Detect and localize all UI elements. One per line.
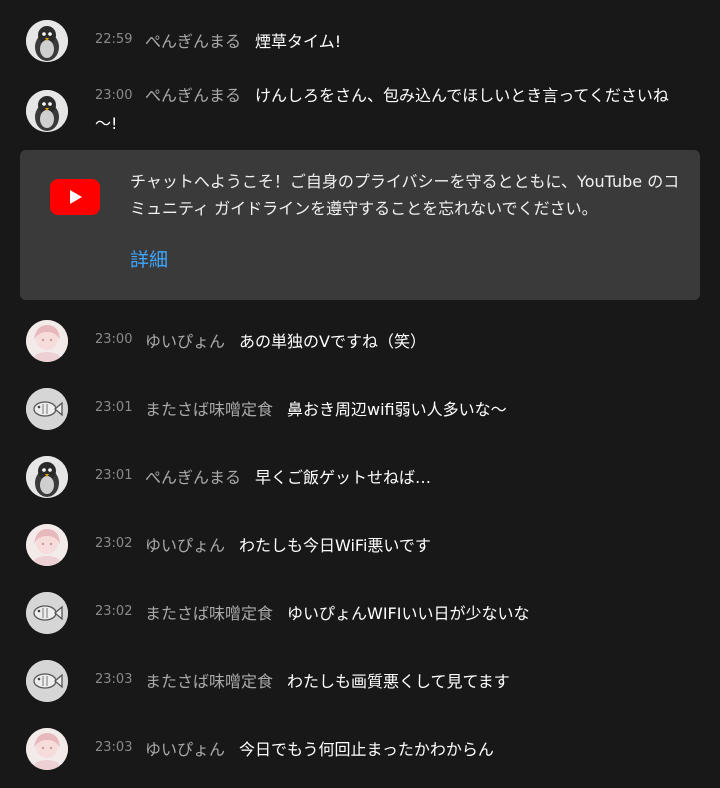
message-author[interactable]: またさば味噌定食 <box>145 400 273 419</box>
girl-avatar-icon[interactable] <box>26 728 68 770</box>
chat-message: 23:02 またさば味噌定食 ゆいぴょんWIFIいい日が少ないな <box>0 592 720 652</box>
message-author[interactable]: ゆいぴょん <box>145 740 225 759</box>
message-author[interactable]: またさば味噌定食 <box>145 604 273 623</box>
message-author[interactable]: ゆいぴょん <box>145 536 225 555</box>
message-timestamp: 23:00 <box>95 88 133 103</box>
chat-message: 23:02 ゆいぴょん わたしも今日WiFi悪いです <box>0 524 720 584</box>
message-text: 早くご飯ゲットせねば… <box>255 468 432 487</box>
message-author[interactable]: ぺんぎんまる <box>145 86 241 105</box>
message-author[interactable]: ぺんぎんまる <box>145 32 241 51</box>
message-timestamp: 23:00 <box>95 332 133 347</box>
message-text: わたしも今日WiFi悪いです <box>239 536 431 555</box>
message-timestamp: 23:02 <box>95 536 133 551</box>
message-text: けんしろをさん、包み込んでほしいとき言ってくださいね <box>255 86 669 105</box>
penguin-avatar-icon[interactable] <box>26 456 68 498</box>
fish-avatar-icon[interactable] <box>26 592 68 634</box>
chat-message: 23:00 ゆいぴょん あの単独のVですね（笑） <box>0 320 720 380</box>
penguin-avatar-icon[interactable] <box>26 20 68 62</box>
welcome-notice: チャットへようこそ！ご自身のプライバシーを守るとともに、YouTube のコミュ… <box>20 150 700 300</box>
message-author[interactable]: またさば味噌定食 <box>145 672 273 691</box>
notice-text: チャットへようこそ！ご自身のプライバシーを守るとともに、YouTube のコミュ… <box>130 172 680 218</box>
message-text: あの単独のVですね（笑） <box>239 332 426 351</box>
message-timestamp: 23:03 <box>95 672 133 687</box>
fish-avatar-icon[interactable] <box>26 388 68 430</box>
message-timestamp: 23:03 <box>95 740 133 755</box>
message-text: 鼻おき周辺wifi弱い人多いな〜 <box>287 400 507 419</box>
chat-message: 23:03 またさば味噌定食 わたしも画質悪くして見てます <box>0 660 720 720</box>
chat-message: 23:00 ぺんぎんまる けんしろをさん、包み込んでほしいとき言ってくださいね 〜… <box>0 86 720 148</box>
message-text-continuation: 〜! <box>95 114 118 133</box>
message-text: わたしも画質悪くして見てます <box>287 672 510 691</box>
penguin-avatar-icon[interactable] <box>26 90 68 132</box>
message-text: ゆいぴょんWIFIいい日が少ないな <box>287 604 530 623</box>
message-author[interactable]: ゆいぴょん <box>145 332 225 351</box>
message-timestamp: 22:59 <box>95 32 133 47</box>
fish-avatar-icon[interactable] <box>26 660 68 702</box>
girl-avatar-icon[interactable] <box>26 524 68 566</box>
message-timestamp: 23:01 <box>95 400 133 415</box>
chat-message: 23:01 ぺんぎんまる 早くご飯ゲットせねば… <box>0 456 720 516</box>
girl-avatar-icon[interactable] <box>26 320 68 362</box>
chat-message: 22:59 ぺんぎんまる 煙草タイム! <box>0 20 720 80</box>
message-timestamp: 23:02 <box>95 604 133 619</box>
message-text: 今日でもう何回止まったかわからん <box>239 740 494 759</box>
message-author[interactable]: ぺんぎんまる <box>145 468 241 487</box>
chat-message: 23:01 またさば味噌定食 鼻おき周辺wifi弱い人多いな〜 <box>0 388 720 448</box>
message-timestamp: 23:01 <box>95 468 133 483</box>
details-link[interactable]: 詳細 <box>130 245 168 272</box>
chat-message: 23:03 ゆいぴょん 今日でもう何回止まったかわからん <box>0 728 720 788</box>
message-text: 煙草タイム! <box>255 32 342 51</box>
youtube-logo-icon <box>50 179 100 215</box>
